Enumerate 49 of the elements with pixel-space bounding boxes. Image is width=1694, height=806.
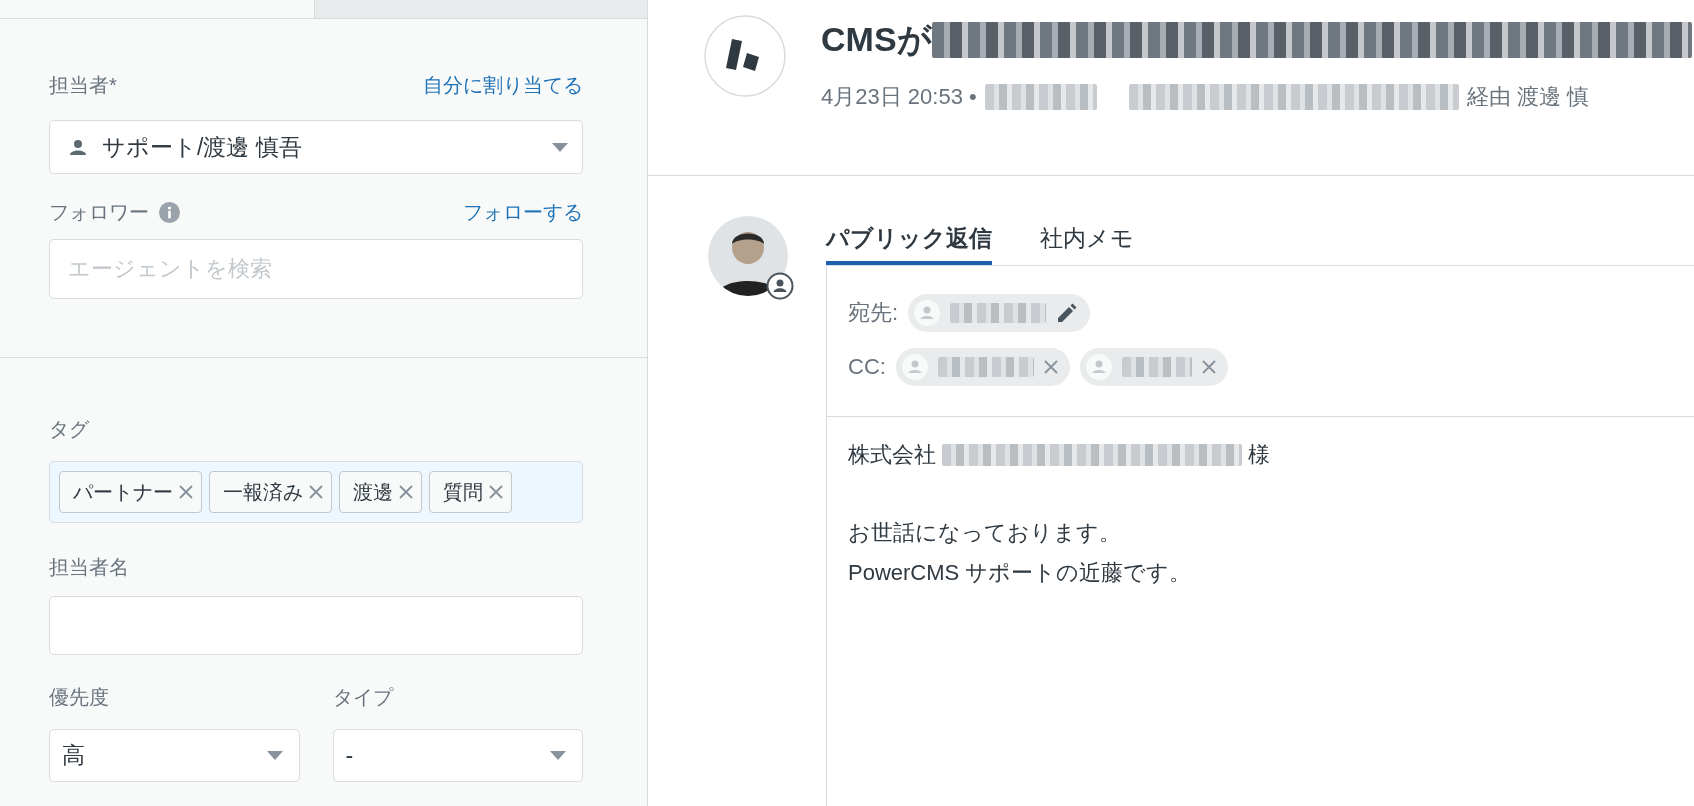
caret-icon — [552, 142, 568, 152]
body-text: PowerCMS サポートの近藤です。 — [848, 559, 1192, 587]
person-icon — [901, 354, 928, 380]
tag[interactable]: 渡邊 — [339, 471, 422, 513]
tag[interactable]: 質問 — [429, 471, 512, 513]
follow-link[interactable]: フォローする — [463, 198, 583, 226]
remove-icon[interactable] — [399, 485, 413, 499]
body-text: お世話になっております。 — [848, 519, 1121, 547]
tag[interactable]: パートナー — [59, 471, 202, 513]
remove-icon[interactable] — [179, 485, 193, 499]
assignee-name-field[interactable] — [49, 596, 583, 655]
body-text: 株式会社 — [848, 441, 936, 469]
recipient-chip[interactable] — [1079, 348, 1228, 386]
field-label: タイプ — [332, 684, 393, 710]
remove-icon[interactable] — [1043, 360, 1058, 374]
field-label: 担当者* — [49, 72, 117, 98]
person-badge-icon — [766, 272, 794, 300]
field-label: 担当者名 — [49, 554, 129, 580]
logo-icon — [704, 15, 786, 97]
tags-field[interactable]: パートナー 一報済み 渡邊 質問 — [49, 461, 583, 523]
field-label: タグ — [49, 416, 89, 442]
person-icon — [70, 139, 86, 155]
to-label: 宛先: — [848, 299, 899, 327]
priority-select[interactable]: 高 — [49, 729, 300, 782]
agent-search-field[interactable]: エージェントを検索 — [49, 239, 583, 299]
caret-icon — [266, 751, 283, 760]
remove-icon[interactable] — [1201, 360, 1216, 374]
ticket-title: CMSが — [821, 19, 932, 60]
type-select[interactable]: - — [332, 729, 583, 782]
tag[interactable]: 一報済み — [209, 471, 332, 513]
info-icon[interactable] — [159, 201, 180, 223]
pencil-icon[interactable] — [1056, 302, 1079, 324]
assign-to-me-link[interactable]: 自分に割り当てる — [423, 71, 583, 99]
person-icon — [1085, 354, 1112, 380]
remove-icon[interactable] — [489, 485, 503, 499]
assignee-select[interactable]: サポート/渡邊 慎吾 — [49, 120, 583, 174]
reply-tab[interactable]: パブリック返信 — [826, 216, 992, 265]
field-label: フォロワー — [49, 199, 149, 225]
field-label: 優先度 — [49, 684, 109, 710]
via-text: 経由 渡邊 慎 — [1466, 83, 1589, 111]
body-text: 様 — [1248, 441, 1270, 469]
blurred-text — [1121, 357, 1192, 377]
recipient-chip[interactable] — [895, 348, 1070, 386]
caret-icon — [550, 751, 566, 760]
reply-tab[interactable]: 社内メモ — [1040, 216, 1134, 265]
cc-label: CC: — [848, 354, 886, 380]
ticket-date: 4月23日 20:53 • — [821, 83, 977, 111]
remove-icon[interactable] — [309, 485, 323, 499]
person-icon — [914, 300, 941, 326]
